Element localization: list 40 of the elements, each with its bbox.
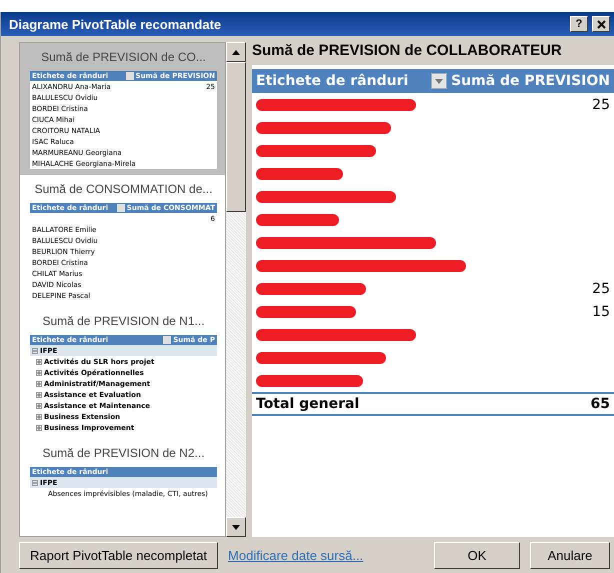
preview-title: Sumă de PREVISION de COLLABORATEUR bbox=[252, 42, 563, 59]
help-button[interactable]: ? bbox=[570, 16, 588, 32]
collapse-icon[interactable] bbox=[32, 348, 38, 354]
expand-icon[interactable] bbox=[36, 370, 42, 376]
scroll-down-button[interactable] bbox=[226, 517, 246, 537]
expand-icon[interactable] bbox=[36, 380, 42, 386]
column-header: Sumă de PREVISION bbox=[451, 73, 610, 89]
window-title: Diagrame PivotTable recomandate bbox=[9, 16, 222, 32]
preview-title: Sumă de PREVISION de N2... bbox=[41, 445, 206, 462]
close-button[interactable] bbox=[592, 16, 610, 32]
filter-dropdown-icon bbox=[163, 336, 172, 344]
expand-icon[interactable] bbox=[36, 402, 42, 408]
close-icon bbox=[596, 20, 606, 28]
row-value: 15 bbox=[592, 304, 610, 320]
preview-title: Sumă de PREVISION de N1... bbox=[41, 313, 206, 330]
scroll-thumb[interactable] bbox=[226, 62, 246, 212]
expand-icon[interactable] bbox=[36, 392, 42, 398]
scroll-up-button[interactable] bbox=[226, 42, 246, 62]
row-value: 25 bbox=[592, 280, 610, 296]
total-value: 65 bbox=[590, 396, 610, 412]
vertical-scrollbar[interactable] bbox=[226, 42, 246, 537]
filter-dropdown-button[interactable] bbox=[431, 73, 448, 89]
row-value: 25 bbox=[592, 96, 610, 112]
preview-title: Sumă de PREVISION de CO... bbox=[40, 49, 207, 66]
total-label: Total general bbox=[256, 396, 360, 412]
pivot-preview-card[interactable] bbox=[20, 43, 225, 175]
filter-dropdown-icon bbox=[116, 204, 125, 212]
expand-icon[interactable] bbox=[36, 414, 42, 420]
down-arrow-icon bbox=[232, 524, 240, 530]
blank-report-button[interactable]: Raport PivotTable necompletat bbox=[19, 542, 218, 568]
up-arrow-icon bbox=[232, 50, 240, 54]
collapse-icon[interactable] bbox=[32, 480, 38, 486]
column-header: Etichete de rânduri bbox=[256, 73, 410, 89]
cancel-button[interactable]: Anulare bbox=[530, 542, 610, 568]
expand-icon[interactable] bbox=[36, 358, 42, 364]
preview-title: Sumă de CONSOMMATION de... bbox=[34, 181, 214, 198]
filter-dropdown-icon bbox=[126, 72, 134, 80]
ok-button[interactable]: OK bbox=[434, 542, 520, 568]
expand-icon[interactable] bbox=[36, 424, 42, 430]
caret-icon bbox=[435, 78, 444, 84]
